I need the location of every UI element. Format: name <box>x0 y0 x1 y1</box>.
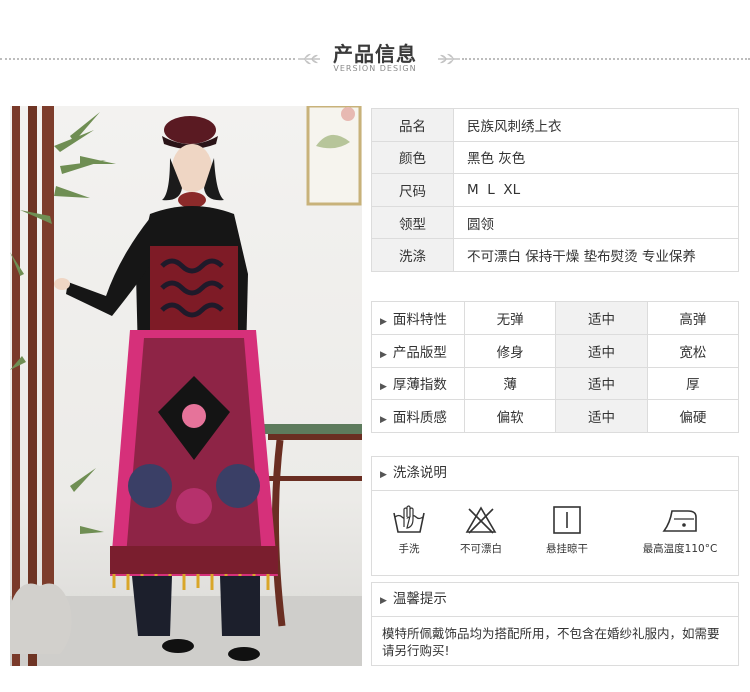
model-illustration <box>10 106 362 666</box>
attr-row-thickness: ▶ 厚薄指数 薄 适中 厚 <box>371 366 740 401</box>
fabric-attributes-table: ▶ 面料特性 无弹 适中 高弹 ▶ 产品版型 修身 适中 宽松 ▶ 厚薄指数 薄 适中… <box>371 301 740 434</box>
care-item-iron: 最高温度110°C <box>630 491 730 556</box>
info-row-collar: 领型 圆领 <box>371 205 739 240</box>
info-value: 圆领 <box>453 205 739 240</box>
care-label: 悬挂晾干 <box>546 543 588 555</box>
leaf-ornament-icon <box>438 53 460 65</box>
info-value: 民族风刺绣上衣 <box>453 108 739 142</box>
info-label: 颜色 <box>371 140 454 175</box>
info-row-name: 品名 民族风刺绣上衣 <box>371 108 739 142</box>
attr-option: 薄 <box>463 366 557 401</box>
attr-label: ▶ 面料特性 <box>371 301 465 335</box>
attr-option: 偏软 <box>463 399 557 434</box>
attr-label: ▶ 面料质感 <box>371 399 465 434</box>
page-title: 产品信息 <box>333 42 417 66</box>
notice-panel: ▶ 温馨提示 模特所佩戴饰品均为搭配所用，不包含在婚纱礼服内，如需要请另行购买! <box>371 582 739 666</box>
no-bleach-icon <box>465 506 497 534</box>
attr-option: 修身 <box>463 333 557 368</box>
info-value: 黑色 灰色 <box>453 140 739 175</box>
info-row-wash: 洗涤 不可漂白 保持干燥 垫布熨烫 专业保养 <box>371 238 739 272</box>
info-label: 领型 <box>371 205 454 240</box>
care-instructions-panel: ▶ 洗涤说明 手洗 不可漂白 悬挂晾干 最高温度110°C <box>371 456 739 576</box>
attr-option: 偏硬 <box>646 399 740 434</box>
triangle-right-icon: ▶ <box>380 415 387 426</box>
care-label: 不可漂白 <box>460 543 502 555</box>
info-value: 不可漂白 保持干燥 垫布熨烫 专业保养 <box>453 238 739 272</box>
attr-option: 无弹 <box>463 301 557 335</box>
attr-option: 宽松 <box>646 333 740 368</box>
attr-row-texture: ▶ 面料质感 偏软 适中 偏硬 <box>371 399 740 434</box>
attr-option-selected: 适中 <box>555 366 648 401</box>
triangle-right-icon: ▶ <box>380 596 387 606</box>
attr-option-selected: 适中 <box>555 333 648 368</box>
notice-text: 模特所佩戴饰品均为搭配所用，不包含在婚纱礼服内，如需要请另行购买! <box>382 626 720 658</box>
triangle-right-icon: ▶ <box>380 470 387 480</box>
header-divider-right <box>462 58 750 60</box>
attr-option-selected: 适中 <box>555 301 648 335</box>
info-row-size: 尺码 M L XL <box>371 173 739 207</box>
care-item-no-bleach: 不可漂白 <box>436 491 526 556</box>
care-title: ▶ 洗涤说明 <box>372 457 738 491</box>
attr-label: ▶ 产品版型 <box>371 333 465 368</box>
triangle-right-icon: ▶ <box>380 382 387 393</box>
hand-wash-icon <box>393 505 425 533</box>
iron-icon <box>662 510 697 532</box>
attr-option-selected: 适中 <box>555 399 648 434</box>
attr-option: 高弹 <box>646 301 740 335</box>
triangle-right-icon: ▶ <box>380 316 387 327</box>
info-label: 品名 <box>371 108 454 142</box>
product-photo <box>10 106 362 666</box>
notice-title: ▶ 温馨提示 <box>372 583 738 617</box>
info-row-color: 颜色 黑色 灰色 <box>371 140 739 175</box>
attr-label: ▶ 厚薄指数 <box>371 366 465 401</box>
care-label: 最高温度110°C <box>642 543 718 555</box>
info-value: M L XL <box>453 173 739 207</box>
product-info-table: 品名 民族风刺绣上衣 颜色 黑色 灰色 尺码 M L XL 领型 圆领 洗涤 不… <box>371 108 739 272</box>
page-subtitle: VERSION DESIGN <box>333 64 417 73</box>
hang-dry-icon <box>553 506 581 534</box>
info-label: 尺码 <box>371 173 454 207</box>
attr-row-elasticity: ▶ 面料特性 无弹 适中 高弹 <box>371 301 740 335</box>
care-item-hang-dry: 悬挂晾干 <box>522 491 612 556</box>
attr-option: 厚 <box>646 366 740 401</box>
triangle-right-icon: ▶ <box>380 349 387 360</box>
care-icons-row: 手洗 不可漂白 悬挂晾干 最高温度110°C <box>372 491 738 575</box>
section-header: 产品信息 VERSION DESIGN <box>0 0 750 90</box>
info-label: 洗涤 <box>371 238 454 272</box>
attr-row-fit: ▶ 产品版型 修身 适中 宽松 <box>371 333 740 368</box>
